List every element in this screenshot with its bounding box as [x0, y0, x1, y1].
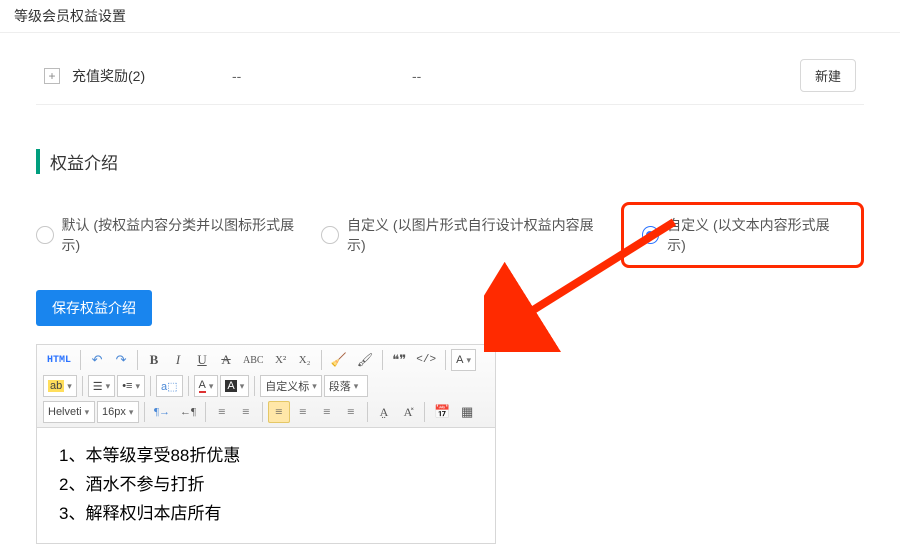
bold-button[interactable]: B	[143, 349, 165, 371]
section-title: 权益介绍	[36, 149, 864, 174]
format-paint-button[interactable]: 🖌	[353, 349, 378, 371]
chevron-down-icon: ▾	[67, 381, 72, 392]
radio-text[interactable]: 自定义 (以文本内容形式展示)	[642, 215, 843, 255]
font-family-dropdown[interactable]: Helveti▾	[43, 401, 95, 423]
unordered-list-button[interactable]: •≡▾	[117, 375, 145, 397]
font-color-button[interactable]: A▾	[194, 375, 219, 397]
abc-button[interactable]: ABC	[239, 349, 268, 371]
subscript-button[interactable]: X₂	[294, 349, 316, 371]
font-style-dropdown[interactable]: A▾	[451, 349, 476, 371]
chevron-down-icon: ▾	[240, 381, 245, 392]
toolbar-separator	[144, 402, 145, 422]
expand-icon[interactable]: +	[44, 68, 60, 84]
editor-line: 3、解释权归本店所有	[59, 500, 473, 529]
radio-label: 自定义 (以图片形式自行设计权益内容展示)	[347, 215, 605, 255]
indent-button[interactable]: ≡	[235, 401, 257, 423]
select-all-button[interactable]: a⬚	[156, 375, 183, 397]
benefit-col2: --	[412, 68, 592, 84]
toolbar-separator	[80, 350, 81, 370]
paragraph-dropdown[interactable]: 段落▾	[324, 375, 368, 397]
toolbar-separator	[137, 350, 138, 370]
word-art-b-button[interactable]: A̽	[397, 401, 419, 423]
chevron-down-icon: ▾	[312, 381, 317, 392]
chevron-down-icon: ▾	[209, 381, 214, 392]
ordered-list-button[interactable]: ☰▾	[88, 375, 115, 397]
chevron-down-icon: ▾	[135, 381, 140, 392]
clear-format-button[interactable]: 🧹	[327, 349, 351, 371]
blockquote-button[interactable]: ❝❞	[388, 349, 410, 371]
code-button[interactable]: </>	[412, 349, 440, 371]
font-size-dropdown[interactable]: 16px▾	[97, 401, 139, 423]
date-button[interactable]: 📅	[430, 401, 454, 423]
toolbar-separator	[205, 402, 206, 422]
undo-button[interactable]: ↶	[86, 349, 108, 371]
modal-title: 等级会员权益设置	[14, 8, 126, 24]
strike-button[interactable]: A	[215, 349, 237, 371]
rtl-button[interactable]: ←¶	[176, 401, 200, 423]
chevron-down-icon: ▾	[466, 355, 471, 366]
source-html-button[interactable]: HTML	[43, 349, 75, 371]
radio-icon	[321, 226, 339, 244]
highlight-color-button[interactable]: ab▾	[43, 375, 77, 397]
editor-content-area[interactable]: 1、本等级享受88折优惠 2、酒水不参与打折 3、解释权归本店所有	[37, 428, 495, 543]
radio-label: 自定义 (以文本内容形式展示)	[667, 215, 843, 255]
modal-header: 等级会员权益设置	[0, 0, 900, 33]
redo-button[interactable]: ↷	[110, 349, 132, 371]
align-right-button[interactable]: ≡	[316, 401, 338, 423]
save-intro-button[interactable]: 保存权益介绍	[36, 290, 152, 326]
radio-icon	[36, 226, 54, 244]
toolbar-separator	[367, 402, 368, 422]
benefit-row: + 充值奖励(2) -- -- 新建	[36, 47, 864, 105]
toolbar-separator	[321, 350, 322, 370]
benefit-col1: --	[232, 68, 412, 84]
toolbar-separator	[262, 402, 263, 422]
bg-color-button[interactable]: A▾	[220, 375, 249, 397]
chevron-down-icon: ▾	[106, 381, 111, 392]
superscript-button[interactable]: X²	[270, 349, 292, 371]
chevron-down-icon: ▾	[85, 407, 90, 418]
align-justify-button[interactable]: ≡	[340, 401, 362, 423]
radio-label: 默认 (按权益内容分类并以图标形式展示)	[62, 215, 306, 255]
align-center-button[interactable]: ≡	[292, 401, 314, 423]
benefit-name: 充值奖励(2)	[72, 66, 232, 86]
toolbar-separator	[445, 350, 446, 370]
display-mode-radios: 默认 (按权益内容分类并以图标形式展示) 自定义 (以图片形式自行设计权益内容展…	[36, 202, 864, 268]
align-left-button[interactable]: ≡	[268, 401, 290, 423]
toolbar-separator	[150, 376, 151, 396]
radio-image[interactable]: 自定义 (以图片形式自行设计权益内容展示)	[321, 215, 604, 255]
radio-icon	[642, 226, 660, 244]
rich-text-editor: HTML ↶ ↷ B I U A ABC X² X₂ 🧹 🖌 ❝❞ </> A▾…	[36, 344, 496, 544]
chevron-down-icon: ▾	[129, 407, 134, 418]
toolbar-separator	[254, 376, 255, 396]
outdent-button[interactable]: ≡	[211, 401, 233, 423]
toolbar-separator	[424, 402, 425, 422]
create-button[interactable]: 新建	[800, 59, 856, 92]
underline-button[interactable]: U	[191, 349, 213, 371]
toolbar-separator	[382, 350, 383, 370]
highlight-box: 自定义 (以文本内容形式展示)	[621, 202, 864, 268]
ltr-button[interactable]: ¶→	[150, 401, 174, 423]
word-art-a-button[interactable]: A̤	[373, 401, 395, 423]
editor-line: 2、酒水不参与打折	[59, 471, 473, 500]
editor-toolbar: HTML ↶ ↷ B I U A ABC X² X₂ 🧹 🖌 ❝❞ </> A▾…	[37, 345, 495, 428]
editor-line: 1、本等级享受88折优惠	[59, 442, 473, 471]
custom-format-dropdown[interactable]: 自定义标▾	[260, 375, 322, 397]
italic-button[interactable]: I	[167, 349, 189, 371]
toolbar-separator	[188, 376, 189, 396]
video-button[interactable]: ▦	[456, 401, 478, 423]
radio-default[interactable]: 默认 (按权益内容分类并以图标形式展示)	[36, 215, 305, 255]
chevron-down-icon: ▾	[354, 381, 359, 392]
toolbar-separator	[82, 376, 83, 396]
